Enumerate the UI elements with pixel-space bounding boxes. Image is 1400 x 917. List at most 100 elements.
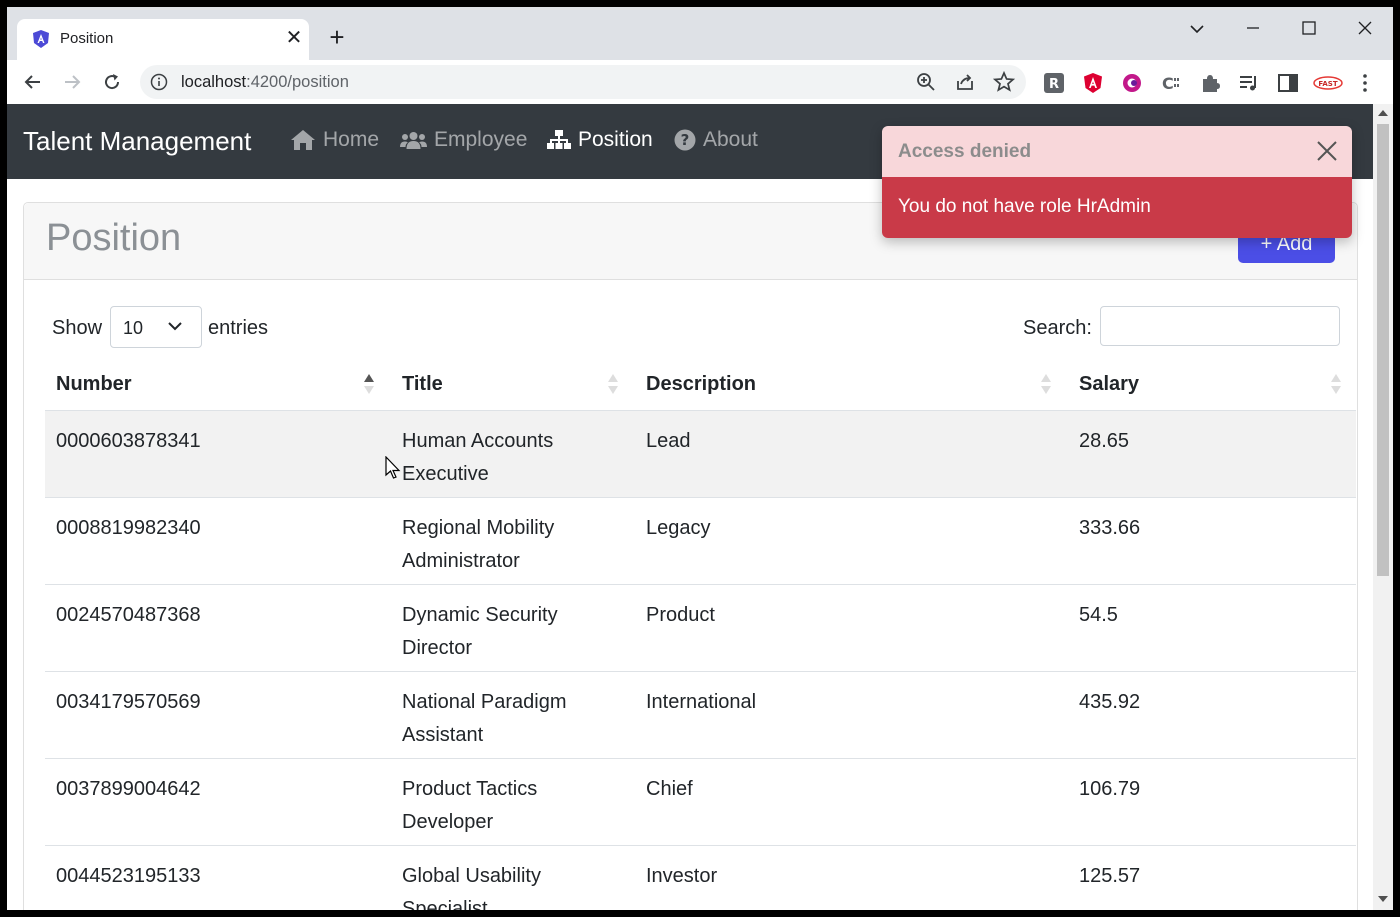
bookmark-star-icon[interactable]	[993, 71, 1015, 93]
toast-title: Access denied	[898, 141, 1032, 162]
table-row[interactable]: 0044523195133 Global Usability Specialist…	[45, 845, 1356, 910]
url-text: localhost:4200/position	[181, 73, 349, 91]
sort-icon[interactable]	[608, 372, 618, 396]
share-icon[interactable]	[954, 71, 976, 93]
cell-title: Global Usability Specialist	[402, 865, 541, 910]
cell-title: Product Tactics Developer	[402, 778, 538, 833]
search-input[interactable]	[1100, 306, 1340, 346]
back-icon[interactable]	[18, 67, 48, 97]
column-header-salary[interactable]: Salary	[1079, 373, 1139, 396]
sitemap-icon	[547, 130, 571, 149]
nav-employee-label: Employee	[434, 128, 528, 151]
r-extension-icon[interactable]: R	[1043, 72, 1065, 94]
cell-salary: 435.92	[1079, 691, 1141, 713]
cell-number: 0024570487368	[56, 604, 201, 626]
angular-devtools-icon[interactable]	[1082, 72, 1104, 94]
site-info-icon[interactable]	[150, 73, 168, 91]
sort-icon[interactable]	[1331, 372, 1341, 396]
cell-description: Chief	[646, 778, 693, 800]
nav-home-label: Home	[323, 128, 380, 151]
color-extension-icon[interactable]	[1121, 72, 1143, 94]
column-header-number[interactable]: Number	[56, 373, 132, 396]
column-header-description[interactable]: Description	[646, 373, 756, 396]
tab-title: Position	[60, 30, 114, 47]
cell-salary: 106.79	[1079, 778, 1141, 800]
cell-number: 0000603878341	[56, 430, 201, 452]
toast-body: You do not have role HrAdmin	[882, 177, 1352, 238]
toast-header: Access denied	[882, 126, 1352, 178]
sort-icon[interactable]	[1041, 372, 1051, 396]
browser-window: Position ✕ + localhost:4200/position R C…	[7, 7, 1393, 910]
table-row[interactable]: 0034179570569 National Paradigm Assistant…	[45, 671, 1356, 758]
cell-salary: 333.66	[1079, 517, 1141, 539]
nav-about-label: About	[703, 128, 758, 151]
search-label: Search:	[1023, 317, 1092, 339]
page-title: Position	[46, 217, 182, 259]
scroll-thumb[interactable]	[1377, 124, 1389, 576]
scroll-up-icon[interactable]	[1378, 110, 1388, 116]
browser-tab[interactable]: Position ✕	[17, 19, 309, 60]
cell-title: Regional Mobility Administrator	[402, 517, 555, 572]
maximize-icon[interactable]	[1289, 13, 1329, 43]
table-row[interactable]: 0008819982340 Regional Mobility Administr…	[45, 497, 1356, 584]
close-tab-icon[interactable]: ✕	[283, 27, 305, 49]
brand-link[interactable]: Talent Management	[23, 126, 251, 157]
new-tab-icon[interactable]: +	[323, 24, 351, 52]
svg-text:R: R	[1049, 77, 1059, 92]
svg-text:C: C	[1162, 74, 1174, 93]
browser-menu-icon[interactable]	[1357, 72, 1373, 94]
toast-message: You do not have role HrAdmin	[898, 196, 1151, 217]
browser-toolbar: localhost:4200/position R C FAST	[7, 60, 1393, 105]
close-window-icon[interactable]	[1345, 13, 1385, 43]
users-icon	[400, 132, 427, 149]
nav-employee[interactable]: Employee	[400, 128, 527, 152]
minimize-icon[interactable]	[1233, 13, 1273, 43]
page-length-select[interactable]: 10	[110, 306, 202, 348]
svg-text:?: ?	[681, 131, 690, 149]
address-bar[interactable]: localhost:4200/position	[140, 65, 1026, 99]
profile-avatar-icon[interactable]: FAST	[1313, 72, 1343, 94]
cell-title: National Paradigm Assistant	[402, 691, 567, 746]
mouse-cursor-icon	[385, 456, 401, 479]
cell-description: Lead	[646, 430, 691, 452]
question-circle-icon: ?	[674, 129, 696, 151]
entries-label: entries	[208, 317, 269, 339]
close-toast-icon[interactable]	[1314, 138, 1340, 164]
reload-icon[interactable]	[97, 67, 127, 97]
scroll-down-icon[interactable]	[1378, 896, 1388, 902]
cell-description: Legacy	[646, 517, 711, 539]
extensions-puzzle-icon[interactable]	[1199, 72, 1221, 94]
angular-shield-icon	[33, 30, 49, 48]
cell-number: 0037899004642	[56, 778, 201, 800]
column-header-title[interactable]: Title	[402, 373, 443, 396]
home-icon	[291, 130, 315, 150]
css-extension-icon[interactable]: C	[1160, 72, 1182, 94]
nav-position[interactable]: Position	[547, 128, 653, 152]
cell-title: Dynamic Security Director	[402, 604, 558, 659]
cell-salary: 28.65	[1079, 430, 1130, 452]
sort-ascending-icon[interactable]	[364, 372, 374, 396]
table-row[interactable]: 0024570487368 Dynamic Security Director P…	[45, 584, 1356, 671]
table-row[interactable]: 0037899004642 Product Tactics Developer C…	[45, 758, 1356, 845]
show-label: Show	[52, 317, 103, 339]
table-row[interactable]: 0000603878341 Human Accounts Executive Le…	[45, 410, 1356, 497]
zoom-icon[interactable]	[915, 71, 937, 93]
cell-salary: 54.5	[1079, 604, 1118, 626]
side-panel-icon[interactable]	[1277, 72, 1299, 94]
cell-description: International	[646, 691, 757, 713]
cell-title: Human Accounts Executive	[402, 430, 554, 485]
media-queue-icon[interactable]	[1238, 72, 1260, 94]
cell-description: Product	[646, 604, 715, 626]
cell-salary: 125.57	[1079, 865, 1141, 887]
chevron-down-icon	[168, 322, 182, 331]
tab-strip: Position ✕ +	[7, 7, 1393, 60]
nav-home[interactable]: Home	[290, 128, 379, 152]
cell-number: 0034179570569	[56, 691, 201, 713]
forward-icon[interactable]	[57, 67, 87, 97]
page-scrollbar[interactable]	[1373, 104, 1393, 910]
page-length-value: 10	[123, 318, 144, 338]
nav-about[interactable]: ? About	[674, 128, 758, 152]
cell-number: 0044523195133	[56, 865, 201, 887]
access-denied-toast: Access denied You do not have role HrAdm…	[882, 126, 1352, 238]
tab-search-icon[interactable]	[1177, 13, 1217, 43]
